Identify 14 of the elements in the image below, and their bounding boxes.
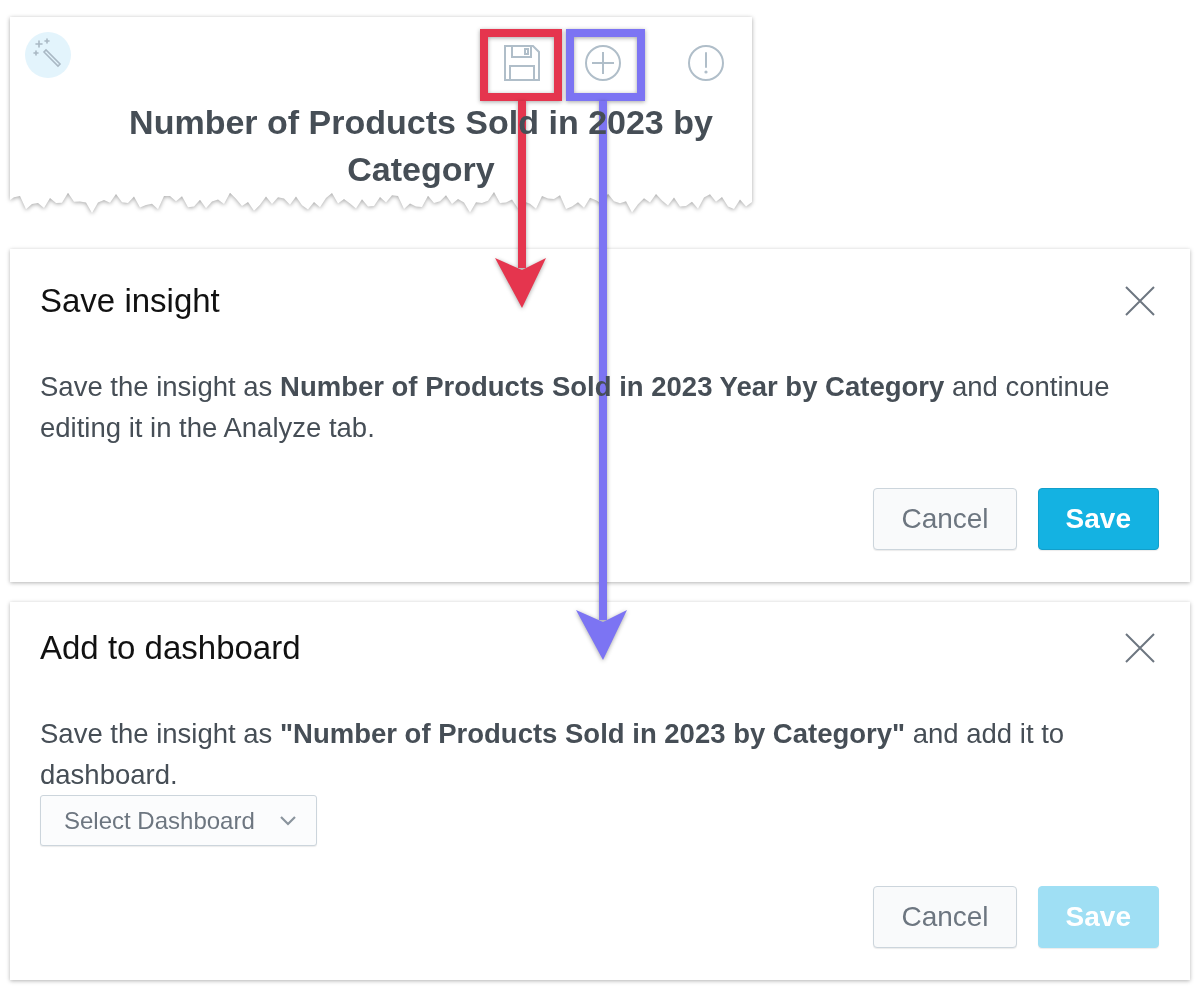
dialog-title: Add to dashboard xyxy=(40,629,301,667)
chevron-icon xyxy=(280,815,296,826)
dashboard-dropdown[interactable]: Select Dashboard xyxy=(40,795,317,846)
save-icon[interactable] xyxy=(504,45,540,81)
save-button[interactable]: Save xyxy=(1037,488,1159,550)
magic-wand-icon[interactable] xyxy=(25,32,71,78)
dialog-message: Save the insight as "Number of Products Sold in 2023 by Category" and add it to dashboard. xyxy=(40,717,1066,792)
close-icon[interactable] xyxy=(1125,286,1155,316)
dialog-title: Save insight xyxy=(40,282,220,320)
close-icon[interactable] xyxy=(1125,633,1155,663)
exclamation-icon[interactable] xyxy=(688,45,724,81)
cancel-button[interactable]: Cancel xyxy=(873,488,1017,550)
add-icon[interactable] xyxy=(585,45,621,81)
cancel-button[interactable]: Cancel xyxy=(873,886,1017,948)
